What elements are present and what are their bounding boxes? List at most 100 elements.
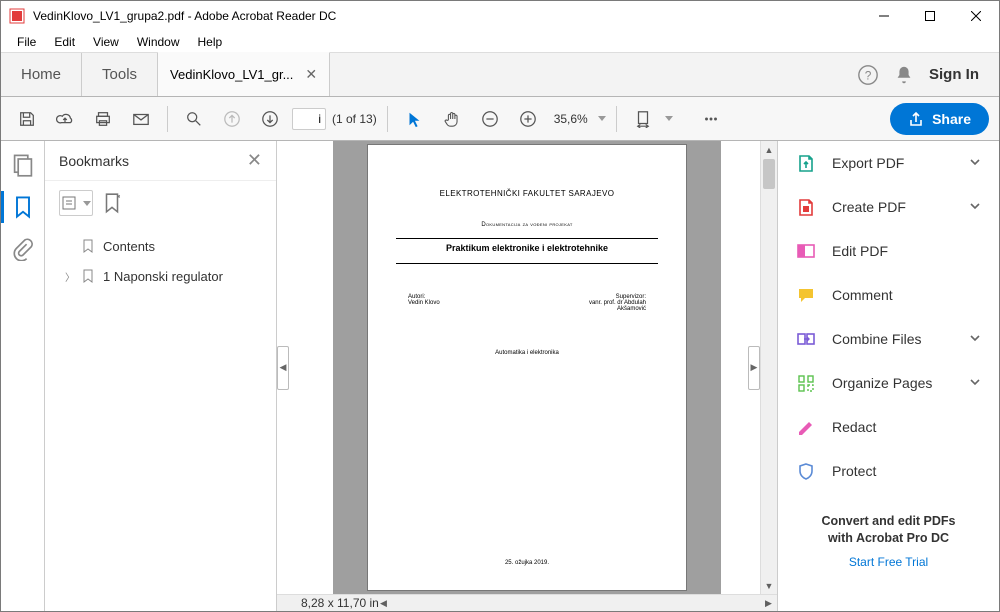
signin-button[interactable]: Sign In xyxy=(929,66,979,83)
bookmark-options-button[interactable] xyxy=(59,190,93,216)
page-university: ELEKTROTEHNIČKI FAKULTET SARAJEVO xyxy=(368,189,686,198)
promo-block: Convert and edit PDFs with Acrobat Pro D… xyxy=(778,513,999,571)
share-label: Share xyxy=(932,111,971,127)
chevron-right-icon[interactable]: 〉 xyxy=(65,269,73,284)
status-bar: 8,28 x 11,70 in ◀ ▶ xyxy=(277,594,777,611)
menu-edit[interactable]: Edit xyxy=(46,33,83,51)
minimize-button[interactable] xyxy=(861,1,907,31)
collapse-left-handle[interactable]: ◀ xyxy=(277,346,289,390)
app-window: VedinKlovo_LV1_grupa2.pdf - Adobe Acroba… xyxy=(0,0,1000,612)
left-rail xyxy=(1,141,45,611)
bookmark-item-contents[interactable]: Contents xyxy=(55,231,266,261)
page-rule xyxy=(396,238,658,239)
pointer-icon[interactable] xyxy=(398,103,430,135)
thumbnails-icon[interactable] xyxy=(11,153,35,177)
protect-icon xyxy=(796,461,816,481)
close-button[interactable] xyxy=(953,1,999,31)
fit-page-icon[interactable] xyxy=(627,103,659,135)
scrollbar-thumb[interactable] xyxy=(763,159,775,189)
page-number-input[interactable] xyxy=(292,108,326,130)
fit-dropdown-icon[interactable] xyxy=(665,116,673,121)
scroll-right-icon[interactable]: ▶ xyxy=(760,595,777,611)
create-icon xyxy=(796,197,816,217)
app-icon xyxy=(9,8,25,24)
menu-window[interactable]: Window xyxy=(129,33,188,51)
tab-home[interactable]: Home xyxy=(1,53,82,96)
tool-redact[interactable]: Redact xyxy=(778,405,999,449)
bookmark-item-1[interactable]: 〉 1 Naponski regulator xyxy=(55,261,266,291)
tool-export[interactable]: Export PDF xyxy=(778,141,999,185)
tool-edit[interactable]: Edit PDF xyxy=(778,229,999,273)
window-controls xyxy=(861,1,999,31)
more-icon[interactable] xyxy=(695,103,727,135)
chevron-down-icon[interactable] xyxy=(969,155,981,171)
chevron-down-icon[interactable] xyxy=(969,375,981,391)
window-title: VedinKlovo_LV1_grupa2.pdf - Adobe Acroba… xyxy=(33,9,861,23)
scroll-left-icon[interactable]: ◀ xyxy=(375,595,392,611)
document-scroll[interactable]: ELEKTROTEHNIČKI FAKULTET SARAJEVO Dokume… xyxy=(277,141,777,594)
bookmarks-title: Bookmarks xyxy=(59,153,247,169)
scroll-down-icon[interactable]: ▼ xyxy=(761,577,777,594)
tool-combine[interactable]: Combine Files xyxy=(778,317,999,361)
pdf-page: ELEKTROTEHNIČKI FAKULTET SARAJEVO Dokume… xyxy=(368,145,686,590)
vertical-scrollbar[interactable]: ▲ ▼ xyxy=(760,141,777,594)
search-icon[interactable] xyxy=(178,103,210,135)
help-icon[interactable]: ? xyxy=(857,64,879,86)
content-area: Bookmarks ✕ Contents 〉 1 Naponski regula… xyxy=(1,141,999,611)
document-viewer: ELEKTROTEHNIČKI FAKULTET SARAJEVO Dokume… xyxy=(277,141,777,611)
organize-icon xyxy=(796,373,816,393)
print-icon[interactable] xyxy=(87,103,119,135)
zoom-dropdown-icon[interactable] xyxy=(598,116,606,121)
supervisor-name: vanr. prof. dr Abdulah Akšamović xyxy=(589,300,646,312)
tab-document-label: VedinKlovo_LV1_gr... xyxy=(170,67,293,82)
bookmark-tree: Contents 〉 1 Naponski regulator xyxy=(45,225,276,297)
bell-icon[interactable] xyxy=(893,64,915,86)
prev-page-icon[interactable] xyxy=(216,103,248,135)
tool-organize[interactable]: Organize Pages xyxy=(778,361,999,405)
bookmark-label: Contents xyxy=(103,239,155,254)
page-rule xyxy=(396,263,658,264)
mail-icon[interactable] xyxy=(125,103,157,135)
tab-document[interactable]: VedinKlovo_LV1_gr... ✕ xyxy=(158,52,330,96)
maximize-button[interactable] xyxy=(907,1,953,31)
hand-icon[interactable] xyxy=(436,103,468,135)
promo-link[interactable]: Start Free Trial xyxy=(849,555,928,569)
zoom-out-icon[interactable] xyxy=(474,103,506,135)
bookmarks-close-icon[interactable]: ✕ xyxy=(247,150,262,171)
tab-tools[interactable]: Tools xyxy=(82,53,158,96)
redact-icon xyxy=(796,417,816,437)
bookmarks-panel: Bookmarks ✕ Contents 〉 1 Naponski regula… xyxy=(45,141,277,611)
bookmarks-icon[interactable] xyxy=(11,195,35,219)
save-icon[interactable] xyxy=(11,103,43,135)
right-tools-panel: Export PDF Create PDF Edit PDFCommentCombi… xyxy=(777,141,999,611)
tool-label: Protect xyxy=(832,463,876,479)
page-department: Automatika i elektronika xyxy=(368,350,686,356)
attachments-icon[interactable] xyxy=(11,237,35,261)
menu-help[interactable]: Help xyxy=(190,33,231,51)
tab-close-icon[interactable]: ✕ xyxy=(305,66,317,83)
tool-comment[interactable]: Comment xyxy=(778,273,999,317)
edit-icon xyxy=(796,241,816,261)
promo-heading: Convert and edit PDFs with Acrobat Pro D… xyxy=(796,513,981,547)
cloud-icon[interactable] xyxy=(49,103,81,135)
collapse-right-handle[interactable]: ▶ xyxy=(748,346,760,390)
share-button[interactable]: Share xyxy=(890,103,989,135)
tool-protect[interactable]: Protect xyxy=(778,449,999,493)
zoom-in-icon[interactable] xyxy=(512,103,544,135)
chevron-down-icon[interactable] xyxy=(969,331,981,347)
tool-create[interactable]: Create PDF xyxy=(778,185,999,229)
share-icon xyxy=(908,111,924,127)
export-icon xyxy=(796,153,816,173)
author-name: Vedin Klovo xyxy=(408,300,440,306)
comment-icon xyxy=(796,285,816,305)
toolbar-separator xyxy=(616,106,617,132)
scroll-up-icon[interactable]: ▲ xyxy=(761,141,777,158)
bookmark-label: 1 Naponski regulator xyxy=(103,269,223,284)
chevron-down-icon[interactable] xyxy=(969,199,981,215)
tool-label: Create PDF xyxy=(832,199,906,215)
menu-file[interactable]: File xyxy=(9,33,44,51)
menu-view[interactable]: View xyxy=(85,33,127,51)
next-page-icon[interactable] xyxy=(254,103,286,135)
page-title: Praktikum elektronike i elektrotehnike xyxy=(396,243,658,253)
new-bookmark-icon[interactable] xyxy=(101,192,123,214)
